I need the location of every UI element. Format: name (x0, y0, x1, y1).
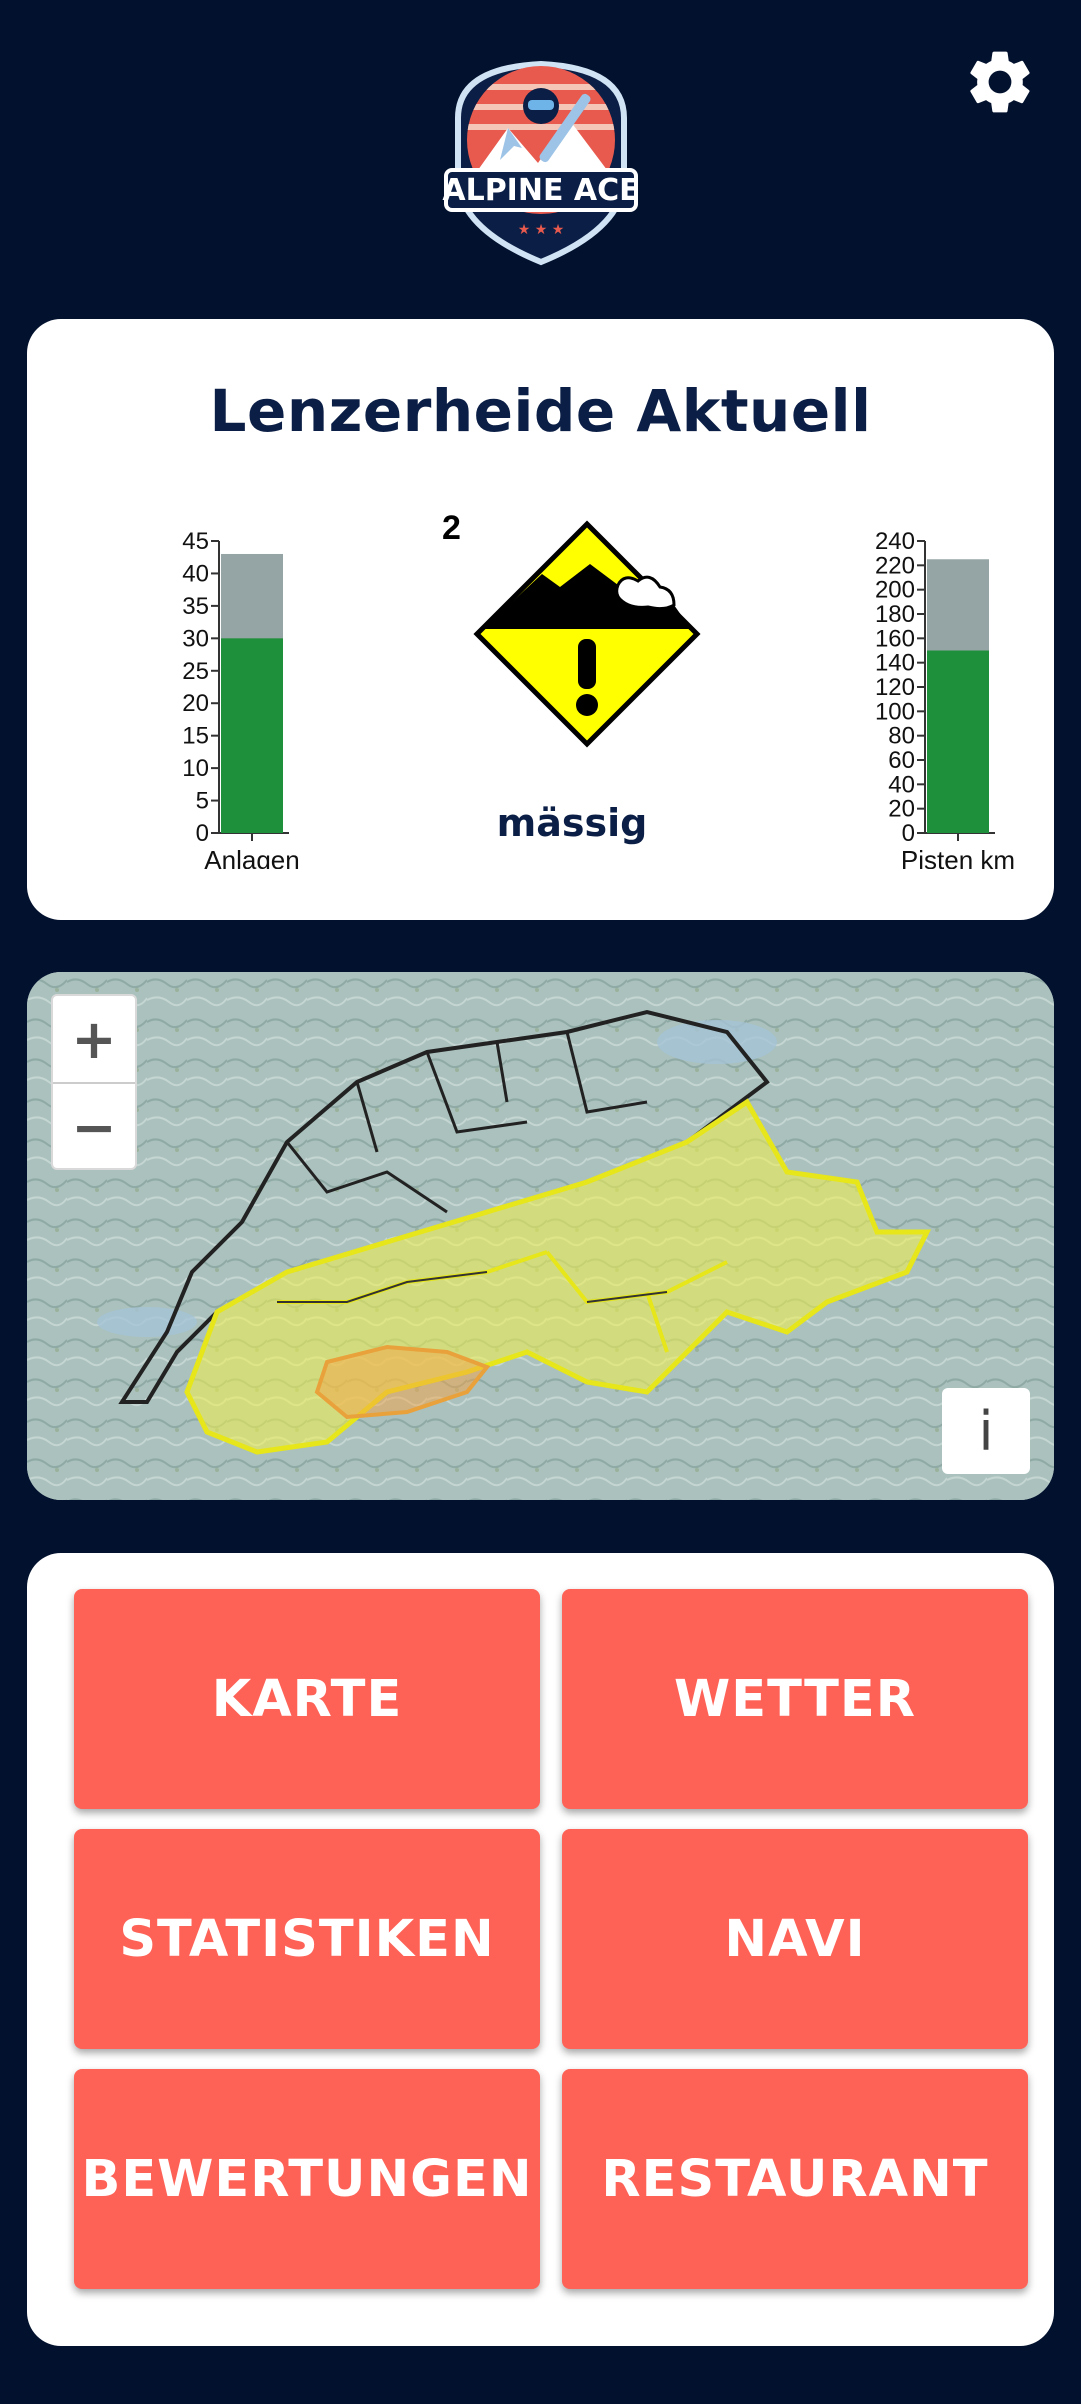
x-axis-label: Pisten km (901, 845, 1015, 869)
y-tick-label: 100 (875, 698, 915, 725)
y-tick-label: 220 (875, 552, 915, 579)
y-tick-label: 40 (888, 771, 915, 798)
y-tick-label: 35 (182, 593, 209, 620)
x-axis-label: Anlagen (204, 845, 299, 869)
y-tick-label: 40 (182, 560, 209, 587)
menu-card: KARTE WETTER STATISTIKEN NAVI BEWERTUNGE… (27, 1553, 1054, 2346)
slopes-bar-chart: 020406080100120140160180200220240 Pisten … (875, 529, 1015, 869)
logo-text: ALPINE ACE (442, 173, 639, 208)
svg-text:★ ★ ★: ★ ★ ★ (518, 222, 565, 238)
zoom-control: + − (51, 994, 137, 1170)
y-tick-label: 10 (182, 755, 209, 782)
y-tick-label: 240 (875, 529, 915, 555)
avalanche-map[interactable]: + − i (27, 972, 1054, 1500)
y-tick-label: 30 (182, 625, 209, 652)
bar-series-1 (221, 638, 283, 833)
zoom-in-button[interactable]: + (53, 996, 135, 1082)
avalanche-danger: 2 (442, 509, 702, 779)
bar-series-1 (927, 650, 989, 833)
y-tick-label: 180 (875, 601, 915, 628)
y-tick-label: 140 (875, 650, 915, 677)
navi-button[interactable]: NAVI (562, 1829, 1028, 2049)
restaurant-button[interactable]: RESTAURANT (562, 2069, 1028, 2289)
wetter-button[interactable]: WETTER (562, 1589, 1028, 1809)
alpine-ace-logo: ALPINE ACE ★ ★ ★ (442, 60, 640, 266)
gear-icon[interactable] (962, 44, 1038, 120)
danger-label: mässig (496, 801, 648, 845)
stats-card: Lenzerheide Aktuell 0 5 10 15 20 25 30 35 40 45 An… (27, 319, 1054, 920)
y-tick-label: 20 (182, 690, 209, 717)
avalanche-warning-icon (473, 520, 701, 748)
y-tick-label: 5 (196, 788, 209, 815)
map-info-button[interactable]: i (942, 1388, 1030, 1474)
bewertungen-button[interactable]: BEWERTUNGEN (74, 2069, 540, 2289)
map-canvas[interactable] (27, 972, 1054, 1500)
y-tick-label: 20 (888, 796, 915, 823)
y-tick-label: 80 (888, 723, 915, 750)
stats-title: Lenzerheide Aktuell (209, 377, 872, 445)
y-tick-label: 60 (888, 747, 915, 774)
y-tick-label: 45 (182, 529, 209, 555)
y-tick-label: 0 (196, 820, 209, 847)
lifts-bar-chart: 0 5 10 15 20 25 30 35 40 45 Anlagen (182, 529, 299, 869)
y-tick-label: 15 (182, 723, 209, 750)
statistiken-button[interactable]: STATISTIKEN (74, 1829, 540, 2049)
zoom-out-button[interactable]: − (53, 1082, 135, 1170)
y-tick-label: 200 (875, 577, 915, 604)
y-tick-label: 0 (902, 820, 915, 847)
y-tick-label: 25 (182, 658, 209, 685)
karte-button[interactable]: KARTE (74, 1589, 540, 1809)
y-tick-label: 120 (875, 674, 915, 701)
y-tick-label: 160 (875, 625, 915, 652)
